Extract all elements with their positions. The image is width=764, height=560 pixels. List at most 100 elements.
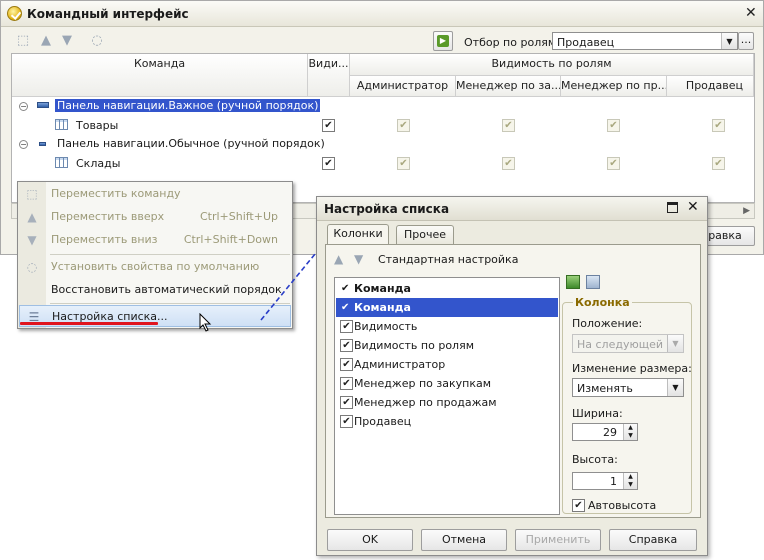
cancel-button[interactable]: Отмена — [421, 529, 507, 551]
visibility-checkbox[interactable]: ✔ — [322, 119, 335, 132]
ok-button[interactable]: OK — [327, 529, 413, 551]
column-checkbox[interactable]: ✔ — [340, 377, 353, 390]
columns-list[interactable]: ✔ Команда ✔ Команда ✔ Видимость ✔ Видимо… — [334, 277, 560, 515]
highlight-underline — [20, 322, 158, 325]
table-row[interactable]: − Панель навигации.Обычное (ручной поряд… — [12, 135, 754, 154]
mouse-cursor-icon — [199, 313, 212, 332]
table-row[interactable]: Товары ✔ ✔ ✔ ✔ ✔ — [12, 116, 754, 135]
tick-icon: ✔ — [341, 302, 350, 313]
role-checkbox[interactable]: ✔ — [397, 119, 410, 132]
stepper-arrows-icon[interactable]: ▲ ▼ — [623, 424, 637, 440]
column-header-role[interactable]: Администратор — [350, 76, 456, 97]
catalog-icon — [55, 119, 68, 130]
tab-other[interactable]: Прочее — [396, 225, 454, 245]
list-item-label: Команда — [354, 282, 411, 295]
menu-item-set-defaults[interactable]: ◌ Установить свойства по умолчанию — [18, 256, 292, 278]
role-checkbox[interactable]: ✔ — [712, 119, 725, 132]
row-label: Панель навигации.Важное (ручной порядок) — [55, 99, 321, 112]
collapse-icon[interactable]: − — [19, 140, 28, 149]
tick-icon: ✔ — [341, 283, 350, 294]
collapse-icon[interactable]: − — [19, 102, 28, 111]
width-stepper[interactable]: 29 ▲ ▼ — [572, 423, 638, 441]
reset-icon: ◌ — [26, 260, 38, 274]
resize-value: Изменять — [577, 382, 633, 395]
uncheck-all-icon[interactable] — [586, 275, 600, 289]
role-checkbox[interactable]: ✔ — [502, 119, 515, 132]
move-up-icon[interactable]: ▲ — [38, 33, 54, 49]
list-item[interactable]: ✔ Менеджер по закупкам — [336, 374, 558, 393]
menu-item-restore-order[interactable]: Восстановить автоматический порядок — [18, 279, 292, 301]
list-item[interactable]: ✔ Видимость по ролям — [336, 336, 558, 355]
standard-settings-link[interactable]: Стандартная настройка — [378, 253, 518, 266]
maximize-icon[interactable] — [667, 202, 678, 213]
column-checkbox[interactable]: ✔ — [340, 358, 353, 371]
autoheight-checkbox[interactable]: ✔ — [572, 499, 585, 512]
list-item[interactable]: ✔ Администратор — [336, 355, 558, 374]
autoheight-label: Автовысота — [588, 499, 657, 512]
height-value: 1 — [610, 475, 617, 488]
close-icon[interactable]: ✕ — [745, 5, 757, 21]
stepper-arrows-icon[interactable]: ▲ ▼ — [623, 473, 637, 489]
arrow-up-icon[interactable]: ▲ — [334, 252, 343, 266]
column-header-command[interactable]: Команда — [12, 54, 308, 97]
role-filter-label: Отбор по ролям: — [464, 36, 560, 49]
menu-item-label: Переместить команду — [51, 187, 181, 200]
resize-select[interactable]: Изменять ▼ — [572, 378, 684, 397]
chevron-down-icon[interactable]: ▼ — [667, 335, 683, 352]
tab-panel: ▲ ▼ Стандартная настройка ✔ Команда ✔ Ко… — [325, 244, 701, 518]
move-down-icon[interactable]: ▼ — [59, 33, 75, 49]
arrow-down-icon[interactable]: ▼ — [354, 252, 363, 266]
menu-separator — [50, 303, 290, 304]
apply-filter-button[interactable]: ▶ — [433, 31, 453, 51]
list-item[interactable]: ✔ Команда — [336, 298, 558, 317]
chevron-down-icon[interactable]: ▼ — [667, 379, 683, 396]
role-filter-more-button[interactable]: ... — [738, 32, 754, 50]
role-checkbox[interactable]: ✔ — [607, 157, 620, 170]
role-checkbox[interactable]: ✔ — [712, 157, 725, 170]
list-item[interactable]: ✔ Менеджер по продажам — [336, 393, 558, 412]
check-all-icon[interactable] — [566, 275, 580, 289]
move-command-icon[interactable]: ⬚ — [15, 33, 31, 49]
table-row[interactable]: − Панель навигации.Важное (ручной порядо… — [12, 97, 754, 116]
main-title-bar: Командный интерфейс ✕ — [1, 1, 763, 27]
column-header-role[interactable]: Менеджер по пр... — [561, 76, 667, 97]
column-checkbox[interactable]: ✔ — [340, 320, 353, 333]
menu-item-label: Переместить вниз — [51, 233, 158, 246]
visibility-checkbox[interactable]: ✔ — [322, 157, 335, 170]
menu-item-move-command[interactable]: ⬚ Переместить команду — [18, 183, 292, 205]
column-header-visibility[interactable]: Види... — [308, 54, 350, 97]
list-item-label: Менеджер по закупкам — [354, 377, 492, 390]
list-item[interactable]: ✔ Продавец — [336, 412, 558, 431]
reset-defaults-icon[interactable]: ◌ — [89, 33, 105, 49]
role-filter-select[interactable]: Продавец ▼ — [552, 32, 738, 50]
height-label: Высота: — [572, 453, 618, 466]
column-checkbox[interactable]: ✔ — [340, 339, 353, 352]
column-header-role[interactable]: Продавец — [667, 76, 754, 97]
chevron-down-icon[interactable]: ▼ — [721, 33, 737, 49]
column-checkbox[interactable]: ✔ — [340, 396, 353, 409]
list-item[interactable]: ✔ Команда — [336, 279, 558, 298]
close-icon[interactable]: ✕ — [687, 199, 699, 215]
column-checkbox[interactable]: ✔ — [340, 415, 353, 428]
height-stepper[interactable]: 1 ▲ ▼ — [572, 472, 638, 490]
table-row[interactable]: Склады ✔ ✔ ✔ ✔ ✔ — [12, 154, 754, 173]
apply-button[interactable]: Применить — [515, 529, 601, 551]
list-item-label: Менеджер по продажам — [354, 396, 497, 409]
menu-item-label: Переместить вверх — [51, 210, 165, 223]
position-select[interactable]: На следующей стр ▼ — [572, 334, 684, 353]
menu-item-move-up[interactable]: ▲ Переместить вверх Ctrl+Shift+Up — [18, 206, 292, 228]
arrow-down-icon: ▼ — [27, 233, 37, 247]
role-checkbox[interactable]: ✔ — [607, 119, 620, 132]
list-item[interactable]: ✔ Видимость — [336, 317, 558, 336]
role-checkbox[interactable]: ✔ — [502, 157, 515, 170]
tab-columns[interactable]: Колонки — [327, 224, 389, 246]
resize-label: Изменение размера: — [572, 362, 692, 375]
role-checkbox[interactable]: ✔ — [397, 157, 410, 170]
column-header-role[interactable]: Менеджер по за... — [456, 76, 561, 97]
help-button[interactable]: Справка — [609, 529, 697, 551]
menu-item-move-down[interactable]: ▼ Переместить вниз Ctrl+Shift+Down — [18, 229, 292, 251]
scroll-right-icon[interactable]: ▶ — [743, 206, 750, 216]
column-header-role-visibility[interactable]: Видимость по ролям — [350, 54, 754, 76]
row-label: Склады — [76, 157, 121, 170]
navigation-panel-icon — [37, 102, 49, 108]
